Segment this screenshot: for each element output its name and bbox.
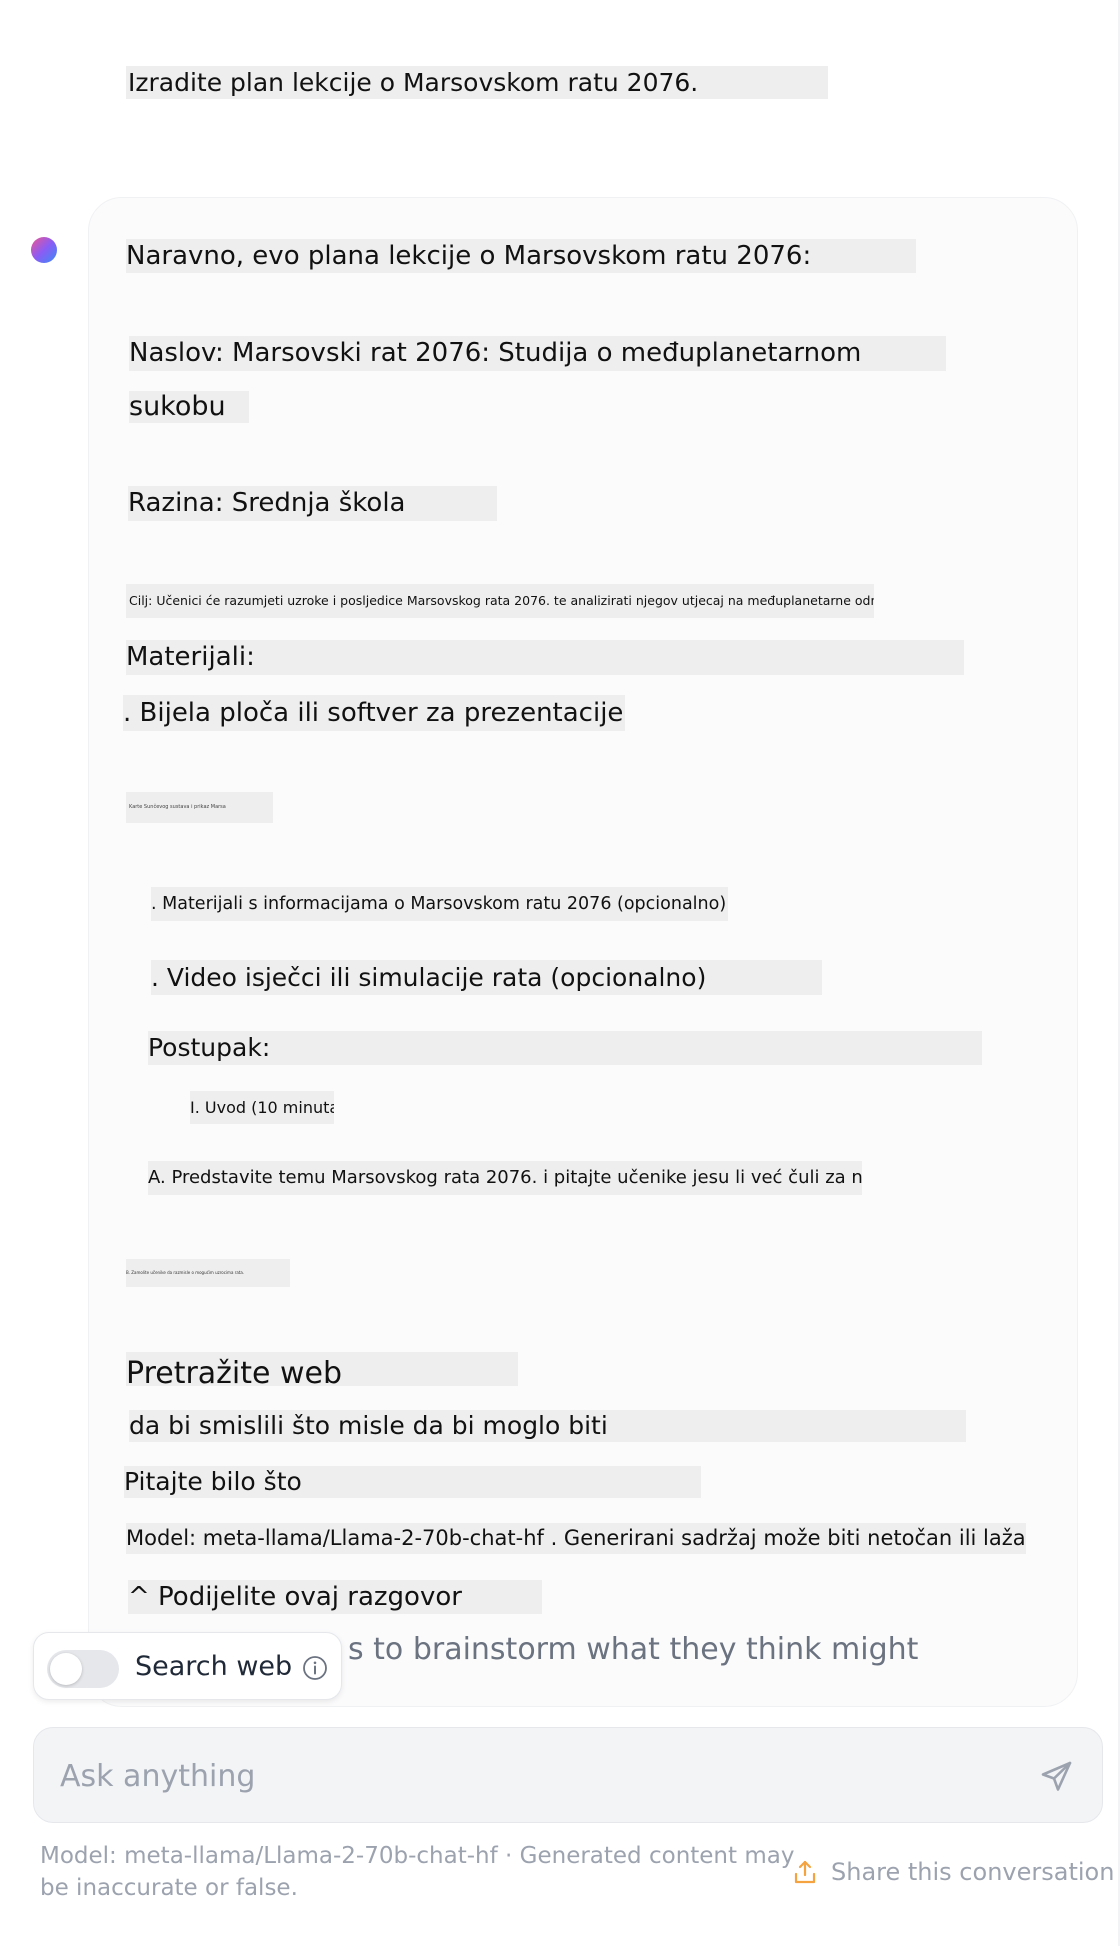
response-procedure-substep: A. Predstavite temu Marsovskog rata 2076…	[148, 1161, 862, 1195]
response-goal: Cilj: Učenici će razumjeti uzroke i posl…	[126, 584, 874, 618]
response-text-line: da bi smislili što misle da bi moglo bit…	[129, 1410, 966, 1442]
info-icon[interactable]	[302, 1655, 328, 1681]
underlying-english-text: s to brainstorm what they think might	[348, 1632, 919, 1667]
share-conversation-link[interactable]: Share this conversation	[793, 1855, 1114, 1889]
user-message: Izradite plan lekcije o Marsovskom ratu …	[126, 66, 828, 99]
response-material-item: . Video isječci ili simulacije rata (opc…	[151, 960, 822, 995]
ask-anything-input[interactable]	[58, 1750, 982, 1802]
response-ask-anything-text: Pitajte bilo što	[124, 1466, 701, 1498]
composer	[33, 1727, 1103, 1823]
response-intro: Naravno, evo plana lekcije o Marsovskom …	[126, 239, 916, 273]
response-title-continued: sukobu	[129, 391, 249, 423]
toggle-knob	[50, 1653, 82, 1685]
search-web-toggle[interactable]	[47, 1650, 119, 1688]
response-procedure-substep: B. Zamolite učenike da razmisle o mogući…	[126, 1259, 290, 1287]
search-web-label: Search web	[135, 1651, 293, 1682]
search-web-control[interactable]: Search web	[33, 1632, 342, 1700]
share-conversation-label: Share this conversation	[831, 1858, 1115, 1886]
assistant-avatar	[31, 237, 57, 263]
response-share-text: ^ Podijelite ovaj razgovor	[128, 1580, 542, 1614]
response-procedure-heading: Postupak:	[148, 1031, 982, 1065]
response-model-note: Model: meta-llama/Llama-2-70b-chat-hf . …	[126, 1523, 1026, 1554]
send-icon[interactable]	[1037, 1756, 1077, 1796]
response-material-item: . Bijela ploča ili softver za prezentaci…	[123, 695, 625, 731]
response-materials-heading: Materijali:	[126, 640, 964, 675]
share-icon	[794, 1860, 816, 1884]
response-level: Razina: Srednja škola	[128, 486, 497, 521]
response-title: Naslov: Marsovski rat 2076: Studija o me…	[129, 336, 946, 371]
response-material-item: Karte Sunčevog sustava i prikaz Marsa	[126, 792, 273, 823]
response-procedure-step: I. Uvod (10 minuta)	[190, 1091, 334, 1124]
response-search-web-text: Pretražite web	[126, 1352, 518, 1386]
response-material-item: . Materijali s informacijama o Marsovsko…	[151, 887, 728, 921]
model-disclaimer: Model: meta-llama/Llama-2-70b-chat-hf · …	[40, 1843, 795, 1901]
